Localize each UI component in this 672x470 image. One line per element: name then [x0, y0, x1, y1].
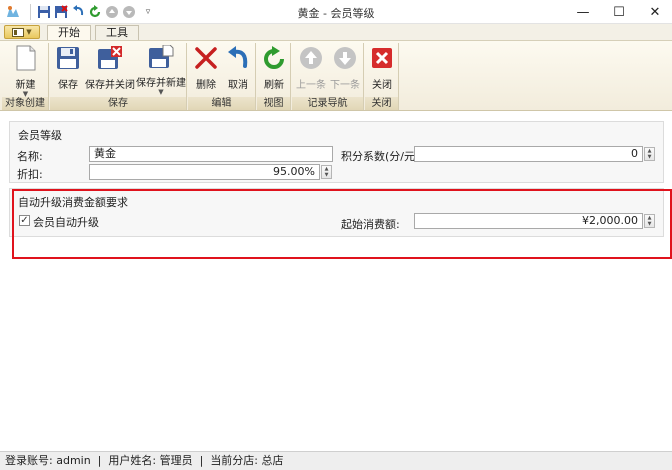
save-close-icon — [97, 45, 123, 71]
cancel-button[interactable]: 取消 — [223, 45, 253, 95]
group-label-save: 保存 — [50, 97, 186, 110]
delete-button-label: 删除 — [196, 80, 216, 91]
user-name-label: 用户姓名: — [108, 454, 157, 467]
ribbon: 新建 ▼ 对象创建 保存 保存并关闭 保存并新建 ▼ 保存 删除 取消 编辑 刷… — [0, 40, 672, 111]
spin-down-icon[interactable]: ▼ — [322, 172, 331, 178]
undo-arrow-icon — [225, 45, 251, 71]
points-ratio-label: 积分系数(分/元): — [341, 150, 423, 163]
ribbon-group-edit: 删除 取消 编辑 — [188, 43, 256, 110]
dropdown-caret-icon: ▼ — [158, 88, 164, 96]
new-button[interactable]: 新建 ▼ — [4, 45, 47, 98]
status-separator: | — [196, 454, 207, 467]
save-and-close-button[interactable]: 保存并关闭 — [85, 45, 135, 95]
member-level-section: 会员等级 名称: 黄金 积分系数(分/元): 0 ▲ ▼ 折扣: 95.00% ▲… — [9, 121, 664, 183]
close-button[interactable]: 关闭 — [367, 45, 397, 95]
previous-record-label: 上一条 — [296, 80, 326, 91]
previous-record-button[interactable]: 上一条 — [295, 45, 327, 95]
group-label-create: 对象创建 — [2, 97, 48, 110]
refresh-button[interactable]: 刷新 — [259, 45, 289, 95]
section-title-member-level: 会员等级 — [18, 129, 62, 142]
close-window-button[interactable]: ✕ — [637, 0, 672, 24]
ribbon-group-close: 关闭 关闭 — [365, 43, 399, 110]
minimize-button[interactable]: — — [565, 0, 601, 24]
form-area: 会员等级 名称: 黄金 积分系数(分/元): 0 ▲ ▼ 折扣: 95.00% ▲… — [0, 112, 672, 450]
refresh-button-label: 刷新 — [264, 80, 284, 91]
close-button-label: 关闭 — [372, 80, 392, 91]
status-separator: | — [94, 454, 105, 467]
status-bar: 登录账号: admin | 用户姓名: 管理员 | 当前分店: 总店 — [0, 451, 672, 470]
chevron-down-icon: ▼ — [26, 28, 32, 36]
group-label-navigation: 记录导航 — [292, 97, 363, 110]
new-button-label: 新建 — [15, 80, 36, 91]
tab-tools[interactable]: 工具 — [95, 25, 139, 40]
points-ratio-input[interactable]: 0 — [414, 146, 643, 162]
group-label-close: 关闭 — [365, 97, 398, 110]
discount-input[interactable]: 95.00% — [89, 164, 320, 180]
name-label: 名称: — [17, 150, 43, 163]
spin-down-icon[interactable]: ▼ — [645, 154, 654, 160]
branch-label: 当前分店: — [210, 454, 259, 467]
account-label: 登录账号: — [5, 454, 53, 467]
discount-spinner[interactable]: ▲ ▼ — [321, 165, 332, 179]
save-and-new-button[interactable]: 保存并新建 ▼ — [136, 45, 186, 96]
delete-x-icon — [193, 45, 219, 71]
arrow-up-circle-icon — [298, 45, 324, 71]
title-bar: ▿ 黄金 - 会员等级 — ☐ ✕ — [0, 0, 672, 24]
user-name-value: 管理员 — [159, 454, 193, 467]
save-and-close-label: 保存并关闭 — [85, 80, 135, 91]
group-label-edit: 编辑 — [188, 97, 255, 110]
floppy-disk-icon — [55, 45, 81, 71]
cancel-button-label: 取消 — [228, 80, 248, 91]
highlight-box — [12, 189, 672, 259]
group-label-view: 视图 — [257, 97, 290, 110]
tab-start[interactable]: 开始 — [47, 25, 91, 40]
save-button[interactable]: 保存 — [53, 45, 83, 95]
arrow-down-circle-icon — [332, 45, 358, 71]
ribbon-group-navigation: 上一条 下一条 记录导航 — [292, 43, 364, 110]
save-new-icon — [148, 45, 174, 69]
next-record-label: 下一条 — [330, 80, 360, 91]
next-record-button[interactable]: 下一条 — [329, 45, 361, 95]
ribbon-tab-bar: ▼ 开始 工具 — [0, 24, 672, 40]
branch-value: 总店 — [261, 454, 284, 467]
discount-label: 折扣: — [17, 168, 43, 181]
save-button-label: 保存 — [58, 80, 78, 91]
delete-button[interactable]: 删除 — [191, 45, 221, 95]
name-input[interactable]: 黄金 — [89, 146, 333, 162]
points-ratio-spinner[interactable]: ▲ ▼ — [644, 147, 655, 161]
maximize-button[interactable]: ☐ — [601, 0, 637, 24]
account-value: admin — [56, 454, 91, 467]
ribbon-group-save: 保存 保存并关闭 保存并新建 ▼ 保存 — [50, 43, 187, 110]
ribbon-group-view: 刷新 视图 — [257, 43, 291, 110]
new-document-icon — [13, 45, 39, 71]
save-and-new-label: 保存并新建 — [136, 78, 186, 89]
refresh-icon — [261, 45, 287, 71]
app-menu-button[interactable]: ▼ — [4, 25, 40, 39]
app-menu-icon — [12, 27, 25, 37]
close-red-icon — [369, 45, 395, 71]
ribbon-group-create: 新建 ▼ 对象创建 — [2, 43, 49, 110]
